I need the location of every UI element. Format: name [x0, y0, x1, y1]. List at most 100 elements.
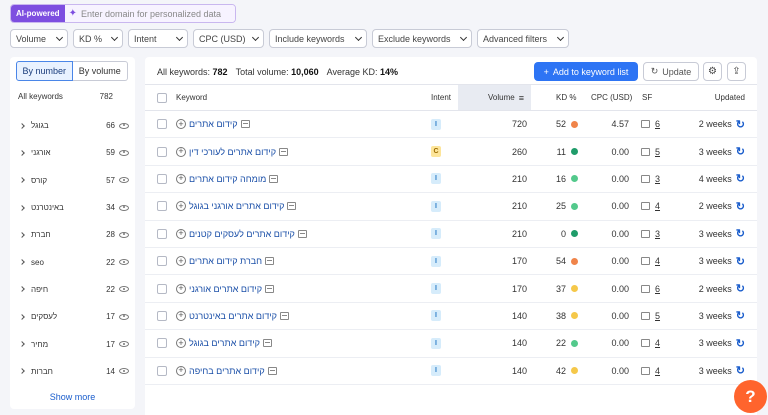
serp-icon[interactable] — [297, 229, 307, 238]
group-item[interactable]: לעסקים 17 — [10, 303, 135, 330]
eye-icon[interactable] — [119, 231, 129, 238]
add-keyword-icon[interactable]: + — [176, 256, 186, 267]
group-item[interactable]: אורגני 59 — [10, 139, 135, 166]
keyword-link[interactable]: קידום אתרים — [189, 119, 238, 129]
sf-count[interactable]: 4 — [655, 201, 660, 211]
serp-icon[interactable] — [262, 339, 272, 348]
refresh-icon[interactable]: ↻ — [736, 172, 745, 185]
header-sf[interactable]: SF — [642, 85, 652, 110]
refresh-icon[interactable]: ↻ — [736, 364, 745, 377]
serp-icon[interactable] — [279, 311, 289, 320]
help-button[interactable]: ? — [734, 380, 767, 413]
header-intent[interactable]: Intent — [431, 85, 451, 110]
sf-count[interactable]: 4 — [655, 366, 660, 376]
group-item[interactable]: מחיר 17 — [10, 330, 135, 357]
serp-icon[interactable] — [279, 147, 289, 156]
keyword-link[interactable]: קידום אתרים בחיפה — [189, 366, 265, 376]
add-keyword-icon[interactable]: + — [176, 310, 186, 321]
keyword-link[interactable]: קידום אתרים באינטרנט — [189, 311, 277, 321]
select-all-checkbox[interactable] — [157, 92, 167, 103]
serp-icon[interactable] — [269, 174, 279, 183]
add-keyword-icon[interactable]: + — [176, 201, 186, 212]
refresh-icon[interactable]: ↻ — [736, 200, 745, 213]
group-item[interactable]: seo 22 — [10, 248, 135, 275]
serp-icon[interactable] — [267, 366, 277, 375]
add-keyword-icon[interactable]: + — [176, 228, 186, 239]
group-item[interactable]: קורס 57 — [10, 167, 135, 194]
settings-button[interactable]: ⚙ — [703, 62, 722, 81]
filter-advanced[interactable]: Advanced filters — [477, 29, 569, 48]
filter-volume[interactable]: Volume — [10, 29, 68, 48]
add-to-keyword-list-button[interactable]: + Add to keyword list — [534, 62, 638, 81]
filter-intent[interactable]: Intent — [128, 29, 188, 48]
eye-icon[interactable] — [119, 259, 129, 266]
row-checkbox[interactable] — [157, 365, 167, 376]
add-keyword-icon[interactable]: + — [176, 146, 186, 157]
add-keyword-icon[interactable]: + — [176, 119, 186, 130]
group-item[interactable]: באינטרנט 34 — [10, 194, 135, 221]
sf-count[interactable]: 5 — [655, 311, 660, 321]
sf-count[interactable]: 5 — [655, 147, 660, 157]
keyword-link[interactable]: קידום אתרים לעורכי דין — [189, 147, 276, 157]
row-checkbox[interactable] — [157, 119, 167, 130]
group-item[interactable]: חיפה 22 — [10, 276, 135, 303]
keyword-link[interactable]: מומחה קידום אתרים — [189, 174, 266, 184]
filter-exclude-keywords[interactable]: Exclude keywords — [372, 29, 472, 48]
eye-icon[interactable] — [119, 149, 129, 156]
row-checkbox[interactable] — [157, 283, 167, 294]
row-checkbox[interactable] — [157, 228, 167, 239]
header-cpc[interactable]: CPC (USD) — [591, 85, 632, 110]
serp-icon[interactable] — [287, 202, 297, 211]
add-keyword-icon[interactable]: + — [176, 173, 186, 184]
row-checkbox[interactable] — [157, 146, 167, 157]
group-item[interactable]: חברת 28 — [10, 221, 135, 248]
refresh-icon[interactable]: ↻ — [736, 118, 745, 131]
header-kd[interactable]: KD % — [556, 85, 576, 110]
row-checkbox[interactable] — [157, 201, 167, 212]
sf-count[interactable]: 3 — [655, 174, 660, 184]
refresh-icon[interactable]: ↻ — [736, 282, 745, 295]
group-item[interactable]: בגוגל 66 — [10, 112, 135, 139]
keyword-link[interactable]: קידום אתרים בגוגל — [189, 338, 260, 348]
sf-count[interactable]: 4 — [655, 338, 660, 348]
serp-icon[interactable] — [265, 257, 275, 266]
header-keyword[interactable]: Keyword — [176, 85, 207, 110]
sf-count[interactable]: 6 — [655, 119, 660, 129]
add-keyword-icon[interactable]: + — [176, 283, 186, 294]
by-number-button[interactable]: By number — [16, 61, 73, 81]
sf-count[interactable]: 4 — [655, 256, 660, 266]
show-more-link[interactable]: Show more — [10, 392, 135, 402]
row-checkbox[interactable] — [157, 310, 167, 321]
row-checkbox[interactable] — [157, 256, 167, 267]
sf-count[interactable]: 3 — [655, 229, 660, 239]
refresh-icon[interactable]: ↻ — [736, 309, 745, 322]
group-item[interactable]: חברות 14 — [10, 358, 135, 385]
filter-kd[interactable]: KD % — [73, 29, 123, 48]
add-keyword-icon[interactable]: + — [176, 338, 186, 349]
domain-input[interactable]: ✦ Enter domain for personalized data — [64, 5, 235, 22]
keyword-link[interactable]: קידום אתרים אורגני — [189, 284, 262, 294]
sf-count[interactable]: 6 — [655, 284, 660, 294]
eye-icon[interactable] — [119, 122, 129, 129]
by-volume-button[interactable]: By volume — [72, 61, 128, 81]
eye-icon[interactable] — [119, 204, 129, 211]
add-keyword-icon[interactable]: + — [176, 365, 186, 376]
header-volume[interactable]: Volume ≡ — [488, 85, 524, 110]
eye-icon[interactable] — [119, 341, 129, 348]
row-checkbox[interactable] — [157, 173, 167, 184]
eye-icon[interactable] — [119, 286, 129, 293]
update-button[interactable]: ↻ Update — [643, 62, 699, 81]
refresh-icon[interactable]: ↻ — [736, 255, 745, 268]
refresh-icon[interactable]: ↻ — [736, 337, 745, 350]
row-checkbox[interactable] — [157, 338, 167, 349]
serp-icon[interactable] — [240, 120, 250, 129]
eye-icon[interactable] — [119, 368, 129, 375]
eye-icon[interactable] — [119, 177, 129, 184]
export-button[interactable]: ⇪ — [727, 62, 746, 81]
refresh-icon[interactable]: ↻ — [736, 227, 745, 240]
keyword-link[interactable]: קידום אתרים לעסקים קטנים — [189, 229, 295, 239]
filter-include-keywords[interactable]: Include keywords — [269, 29, 367, 48]
keyword-link[interactable]: חברת קידום אתרים — [189, 256, 262, 266]
eye-icon[interactable] — [119, 313, 129, 320]
keyword-link[interactable]: קידום אתרים אורגני בגוגל — [189, 201, 284, 211]
